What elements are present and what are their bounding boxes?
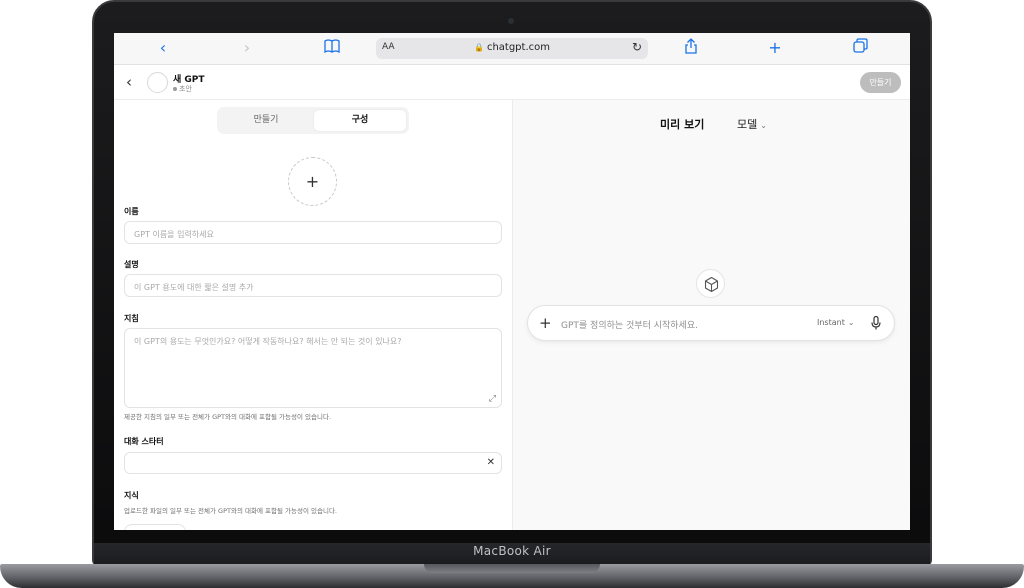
instructions-textarea[interactable] xyxy=(125,329,501,407)
instructions-note: 제공한 지침의 일부 또는 전체가 GPT와의 대화에 포함될 가능성이 있습니… xyxy=(124,413,332,421)
gpt-editor-header: ‹ 새 GPT 초안 만들기 xyxy=(114,65,910,100)
plus-icon: + xyxy=(305,172,320,191)
cube-icon xyxy=(696,269,725,298)
url-text: chatgpt.com xyxy=(486,42,550,53)
tab-configure[interactable]: 구성 xyxy=(314,110,406,131)
conversation-starter-field[interactable]: ✕ xyxy=(124,452,502,476)
name-field[interactable] xyxy=(124,221,502,245)
description-input[interactable] xyxy=(125,277,501,298)
avatar-upload-button[interactable]: + xyxy=(288,157,337,206)
chevron-down-icon: ⌄ xyxy=(760,121,767,130)
name-label: 이름 xyxy=(124,207,139,216)
laptop-notch xyxy=(424,564,600,573)
preview-composer: + GPT를 정의하는 것부터 시작하세요. Instant ⌄ xyxy=(527,305,895,341)
composer-input[interactable]: GPT를 정의하는 것부터 시작하세요. xyxy=(561,318,698,331)
microphone-icon[interactable] xyxy=(869,315,883,331)
address-bar[interactable]: AA 🔒 chatgpt.com ↻ xyxy=(376,38,648,59)
camera-icon xyxy=(508,18,514,24)
draft-status: 초안 xyxy=(173,84,192,94)
model-selector[interactable]: 모델 ⌄ xyxy=(737,116,767,132)
expand-icon[interactable]: ⤢ xyxy=(489,394,496,404)
device-label: MacBook Air xyxy=(473,544,551,558)
share-icon[interactable] xyxy=(680,38,702,59)
description-field[interactable] xyxy=(124,274,502,298)
plus-icon[interactable]: + xyxy=(539,314,552,332)
mode-selector[interactable]: Instant ⌄ xyxy=(817,318,855,327)
knowledge-label: 지식 xyxy=(124,491,139,500)
reload-icon[interactable]: ↻ xyxy=(632,40,642,54)
preview-panel: 미리 보기 모델 ⌄ + GPT를 정의하는 것부터 시작하세요. Instant… xyxy=(513,100,910,530)
browser-toolbar: ‹ › AA 🔒 chatgpt.com ↻ + xyxy=(114,33,910,65)
conversation-starter-input[interactable] xyxy=(125,455,501,476)
back-icon[interactable]: ‹ xyxy=(152,38,174,58)
instructions-field[interactable]: ⤢ xyxy=(124,328,502,408)
bookmarks-icon[interactable] xyxy=(321,38,343,58)
new-tab-icon[interactable]: + xyxy=(764,38,786,58)
gpt-avatar xyxy=(147,72,168,93)
upload-files-button[interactable] xyxy=(124,524,186,530)
tab-create[interactable]: 만들기 xyxy=(220,110,312,131)
lock-icon: 🔒 xyxy=(473,43,484,52)
conversation-starters-label: 대화 스타터 xyxy=(124,437,164,446)
name-input[interactable] xyxy=(125,224,501,245)
create-button[interactable]: 만들기 xyxy=(860,72,901,93)
instructions-label: 지침 xyxy=(124,314,139,323)
description-label: 설명 xyxy=(124,260,139,269)
preview-title: 미리 보기 xyxy=(660,118,705,131)
forward-icon[interactable]: › xyxy=(236,38,258,58)
knowledge-note: 업로드한 파일의 일부 또는 전체가 GPT와의 대화에 포함될 가능성이 있습… xyxy=(124,507,337,515)
mode-tabs: 만들기 구성 xyxy=(217,107,409,134)
chevron-down-icon: ⌄ xyxy=(847,318,855,327)
tabs-icon[interactable] xyxy=(849,38,871,58)
chevron-left-icon[interactable]: ‹ xyxy=(126,73,132,91)
status-dot-icon xyxy=(173,87,177,91)
screen: ‹ › AA 🔒 chatgpt.com ↻ + ‹ 새 GPT 초안 만들기 만… xyxy=(114,33,910,530)
configure-panel: 만들기 구성 + 이름 설명 지침 ⤢ 제공한 지침의 일부 또는 전체가 GP… xyxy=(114,100,512,530)
close-icon[interactable]: ✕ xyxy=(487,457,495,468)
